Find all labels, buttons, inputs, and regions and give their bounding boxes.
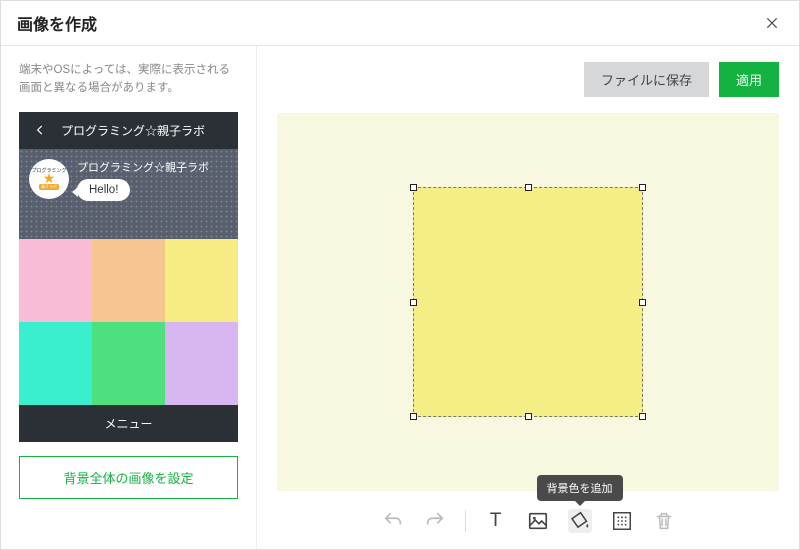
left-pane: 端末やOSによっては、実際に表示される画面と異なる場合があります。 プログラミン…: [1, 46, 256, 549]
resize-handle-n[interactable]: [525, 184, 532, 191]
resize-handle-w[interactable]: [410, 299, 417, 306]
grid-cell[interactable]: [19, 239, 92, 322]
toolbar-separator: [465, 510, 466, 532]
close-button[interactable]: [761, 12, 783, 34]
delete-button[interactable]: [652, 509, 676, 533]
trash-icon: [653, 510, 675, 532]
chevron-left-icon: [33, 123, 47, 137]
menu-label: メニュー: [19, 405, 238, 442]
paint-bucket-icon: [569, 510, 591, 532]
dialog-body: 端末やOSによっては、実際に表示される画面と異なる場合があります。 プログラミン…: [1, 46, 799, 549]
resize-handle-e[interactable]: [639, 299, 646, 306]
color-grid: [19, 239, 238, 405]
border-icon: [611, 510, 633, 532]
avatar: プログラミング ★ 親子ラボ: [29, 159, 69, 199]
grid-cell[interactable]: [165, 239, 238, 322]
phone-preview: プログラミング☆親子ラボ プログラミング ★ 親子ラボ プログラミング☆親子ラボ…: [19, 112, 238, 442]
grid-cell[interactable]: [19, 322, 92, 405]
grid-cell[interactable]: [92, 239, 165, 322]
apply-button[interactable]: 適用: [719, 62, 779, 97]
preview-title: プログラミング☆親子ラボ: [61, 122, 205, 139]
resize-handle-nw[interactable]: [410, 184, 417, 191]
undo-icon: [382, 510, 404, 532]
resize-handle-sw[interactable]: [410, 413, 417, 420]
selection-box[interactable]: [413, 187, 643, 417]
close-icon: [764, 15, 780, 31]
image-tool-button[interactable]: [526, 509, 550, 533]
chat-name: プログラミング☆親子ラボ: [77, 159, 209, 175]
set-background-image-button[interactable]: 背景全体の画像を設定: [19, 456, 238, 499]
chat-column: プログラミング☆親子ラボ Hello!: [77, 159, 209, 201]
dialog-title: 画像を作成: [17, 11, 97, 35]
text-tool-button[interactable]: T: [484, 509, 508, 533]
top-actions: ファイルに保存 適用: [257, 46, 799, 113]
dialog-header: 画像を作成: [1, 1, 799, 46]
fill-tooltip: 背景色を追加: [537, 475, 623, 501]
preview-header: プログラミング☆親子ラボ: [19, 112, 238, 149]
right-pane: ファイルに保存 適用 T: [256, 46, 799, 549]
border-tool-button[interactable]: [610, 509, 634, 533]
undo-button[interactable]: [381, 509, 405, 533]
image-icon: [527, 510, 549, 532]
grid-cell[interactable]: [165, 322, 238, 405]
avatar-bottom-text: 親子ラボ: [39, 184, 59, 190]
disclaimer-text: 端末やOSによっては、実際に表示される画面と異なる場合があります。: [19, 62, 238, 98]
grid-cell[interactable]: [92, 322, 165, 405]
resize-handle-s[interactable]: [525, 413, 532, 420]
redo-icon: [424, 510, 446, 532]
star-icon: ★: [43, 174, 56, 183]
fill-tool-button[interactable]: 背景色を追加: [568, 509, 592, 533]
chat-area: プログラミング ★ 親子ラボ プログラミング☆親子ラボ Hello!: [19, 149, 238, 239]
canvas[interactable]: [277, 113, 779, 491]
toolbar: T 背景色を追加: [257, 497, 799, 549]
redo-button[interactable]: [423, 509, 447, 533]
resize-handle-ne[interactable]: [639, 184, 646, 191]
chat-bubble: Hello!: [77, 179, 130, 201]
resize-handle-se[interactable]: [639, 413, 646, 420]
save-file-button[interactable]: ファイルに保存: [584, 62, 709, 97]
text-icon: T: [490, 510, 502, 532]
